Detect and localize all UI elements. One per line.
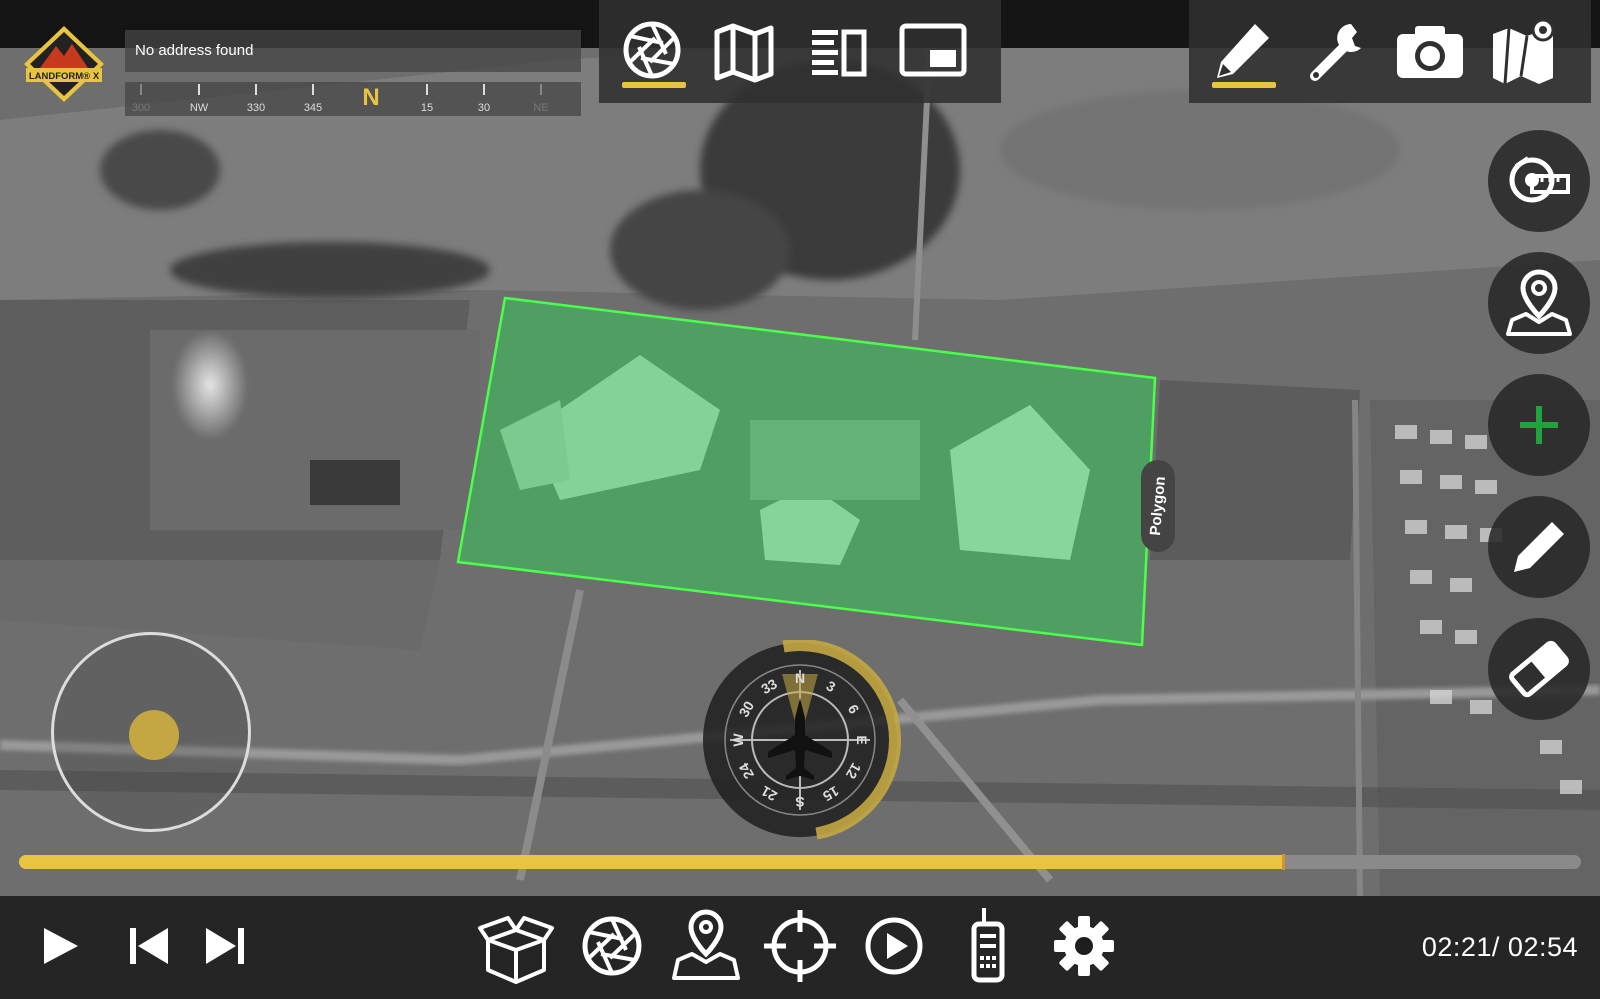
joystick-knob[interactable]	[129, 710, 179, 760]
camera-icon	[1397, 26, 1463, 78]
skip-back-icon	[130, 928, 168, 964]
tab-draw-tools[interactable]	[1201, 14, 1283, 92]
video-progress-bar[interactable]	[19, 854, 1581, 870]
eraser-icon	[1509, 640, 1569, 698]
plus-icon	[1520, 406, 1558, 444]
tool-mode-tabs	[1189, 0, 1591, 103]
active-tab-indicator	[1212, 82, 1276, 88]
measure-tape-icon	[1509, 156, 1570, 203]
edit-feature-button[interactable]	[1488, 496, 1590, 598]
tab-camera-view[interactable]	[611, 14, 693, 92]
map-pin-icon	[1493, 18, 1555, 85]
camera-aperture-icon	[623, 21, 681, 79]
heading-north-marker: N	[362, 84, 380, 111]
camera-view-button[interactable]	[570, 904, 654, 988]
gimbal-joystick[interactable]	[51, 632, 251, 832]
heading-tick	[198, 84, 200, 95]
radio-button[interactable]	[946, 904, 1030, 988]
video-progress-fill	[19, 855, 1284, 869]
skip-back-button[interactable]	[118, 904, 178, 988]
pencil-icon	[1514, 522, 1564, 572]
crosshair-icon	[764, 910, 836, 982]
map-marker-icon	[1506, 269, 1572, 336]
box-icon	[478, 916, 554, 984]
pencil-icon	[1217, 24, 1269, 78]
view-mode-tabs	[599, 0, 1001, 103]
playback-timecode: 02:21/ 02:54	[1421, 932, 1578, 962]
heading-label-15: 15	[420, 102, 434, 114]
active-tab-indicator	[622, 82, 686, 88]
current-time: 02:21	[1421, 932, 1492, 962]
tab-map-view[interactable]	[703, 14, 785, 92]
map-icon	[714, 23, 774, 83]
playback-toolbar: 02:21/ 02:54	[0, 896, 1600, 999]
skip-forward-button[interactable]	[196, 904, 256, 988]
compass-label: W	[730, 733, 746, 747]
camera-aperture-icon	[582, 916, 642, 976]
heading-label-300: 300	[131, 102, 151, 114]
playback-mode-button[interactable]	[852, 904, 936, 988]
map-marker-icon	[672, 909, 740, 980]
svg-text:LANDFORM® X: LANDFORM® X	[29, 71, 100, 82]
heading-tick	[140, 84, 142, 95]
polygon-label-text: Polygon	[1146, 475, 1170, 537]
erase-feature-button[interactable]	[1488, 618, 1590, 720]
package-button[interactable]	[474, 904, 558, 988]
landform-logo: LANDFORM® X	[24, 26, 104, 102]
markers-button[interactable]	[664, 904, 748, 988]
settings-gear-icon	[1054, 916, 1114, 976]
heading-label-30: 30	[477, 102, 491, 114]
picture-in-picture-icon	[899, 23, 967, 77]
heading-tick	[255, 84, 257, 95]
aircraft-compass: N 36E1215S2124W3033	[703, 640, 901, 840]
wrench-icon	[1310, 24, 1361, 81]
heading-label-nw: NW	[189, 102, 209, 114]
heading-tick	[540, 84, 542, 95]
heading-label-345: 345	[303, 102, 323, 114]
tab-map-overlay[interactable]	[1483, 14, 1565, 92]
compass-label: N	[795, 670, 805, 686]
tab-list-view[interactable]	[798, 14, 880, 92]
video-progress-handle[interactable]	[1282, 854, 1285, 870]
compass-label: S	[795, 794, 804, 810]
heading-label-330: 330	[246, 102, 266, 114]
total-time: 02:54	[1507, 932, 1578, 962]
heading-tick	[426, 84, 428, 95]
place-marker-button[interactable]	[1488, 252, 1590, 354]
play-button[interactable]	[30, 904, 90, 988]
measure-tool-button[interactable]	[1488, 130, 1590, 232]
tab-settings-tools[interactable]	[1295, 14, 1377, 92]
play-icon	[44, 928, 78, 964]
target-button[interactable]	[758, 904, 842, 988]
play-circle-icon	[865, 917, 923, 975]
address-display: No address found	[125, 30, 581, 72]
heading-label-ne: NE	[533, 102, 549, 114]
radio-icon	[971, 908, 1005, 983]
heading-tick	[312, 84, 314, 95]
list-view-icon	[812, 29, 867, 77]
polygon-label[interactable]: Polygon	[1141, 460, 1175, 552]
settings-button[interactable]	[1042, 904, 1126, 988]
tab-picture-in-picture[interactable]	[892, 14, 974, 92]
add-feature-button[interactable]	[1488, 374, 1590, 476]
heading-tape: 300 NW 330 345 N 15 30 NE	[125, 82, 581, 116]
compass-label: E	[854, 735, 870, 744]
tab-snapshot[interactable]	[1389, 14, 1471, 92]
heading-tick	[483, 84, 485, 95]
skip-forward-icon	[206, 928, 244, 964]
